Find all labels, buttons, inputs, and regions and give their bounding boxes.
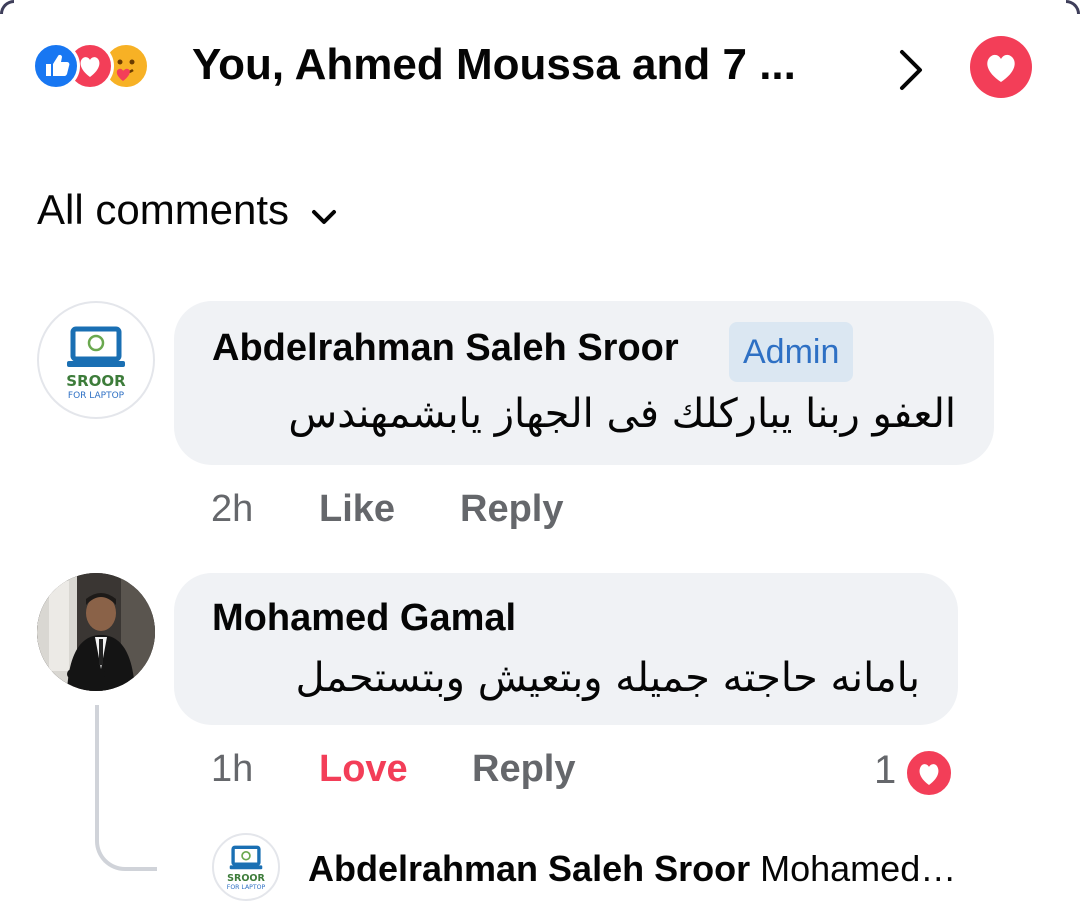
svg-text:SROOR: SROOR <box>227 873 265 884</box>
love-button[interactable]: Love <box>319 748 408 791</box>
love-icon <box>904 748 954 798</box>
reply-preview[interactable]: Abdelrahman Saleh Sroor Mohamed… <box>308 848 956 890</box>
comment-actions: 1h Love Reply <box>211 748 971 798</box>
reply-thread-line <box>95 705 157 871</box>
comments-filter-label: All comments <box>37 186 290 233</box>
like-button[interactable]: Like <box>319 488 395 531</box>
comments-filter-dropdown[interactable]: All comments <box>37 186 338 240</box>
comment-text: بامانه حاجته جميله وبتعيش وبتستحمل <box>295 655 920 701</box>
reply-text: Mohamed… <box>760 848 957 889</box>
like-icon <box>32 42 80 90</box>
sheet-top-edge <box>0 0 1080 14</box>
reaction-icons <box>32 42 182 98</box>
reply-author: Abdelrahman Saleh Sroor <box>308 848 751 889</box>
comment-actions: 2h Like Reply <box>211 488 711 538</box>
comment-text: العفو ربنا يباركلك فى الجهاز يابشمهندس <box>288 391 956 437</box>
chevron-right-icon[interactable] <box>882 42 942 98</box>
reaction-count-number: 1 <box>874 748 897 792</box>
sroor-logo: SROOR FOR LAPTOP <box>66 326 126 401</box>
reactions-summary[interactable]: You, Ahmed Moussa and 7 ... <box>32 36 1052 100</box>
admin-badge: Admin <box>729 322 854 382</box>
comment-author[interactable]: Mohamed Gamal <box>212 597 516 640</box>
svg-text:FOR LAPTOP: FOR LAPTOP <box>68 391 125 401</box>
avatar[interactable] <box>37 573 155 691</box>
svg-text:SROOR: SROOR <box>66 372 126 390</box>
heart-icon <box>987 54 1015 82</box>
avatar[interactable]: SROOR FOR LAPTOP <box>37 301 155 419</box>
comment-time: 2h <box>211 488 254 530</box>
comment-time: 1h <box>211 748 254 790</box>
chevron-down-icon <box>310 207 338 232</box>
svg-text:FOR LAPTOP: FOR LAPTOP <box>227 884 266 891</box>
reply-button[interactable]: Reply <box>472 748 575 791</box>
avatar[interactable]: SROOR FOR LAPTOP <box>212 833 280 901</box>
reactions-summary-text: You, Ahmed Moussa and 7 ... <box>192 40 796 89</box>
reply-button[interactable]: Reply <box>460 488 563 531</box>
comment-author[interactable]: Abdelrahman Saleh Sroor <box>212 327 679 370</box>
profile-photo <box>37 573 155 691</box>
love-reaction-button[interactable] <box>970 36 1032 98</box>
comment-bubble[interactable]: Mohamed Gamal بامانه حاجته جميله وبتعيش … <box>174 573 958 725</box>
sroor-logo: SROOR FOR LAPTOP <box>227 845 266 891</box>
comment-bubble[interactable]: Abdelrahman Saleh Sroor Admin العفو ربنا… <box>174 301 994 465</box>
